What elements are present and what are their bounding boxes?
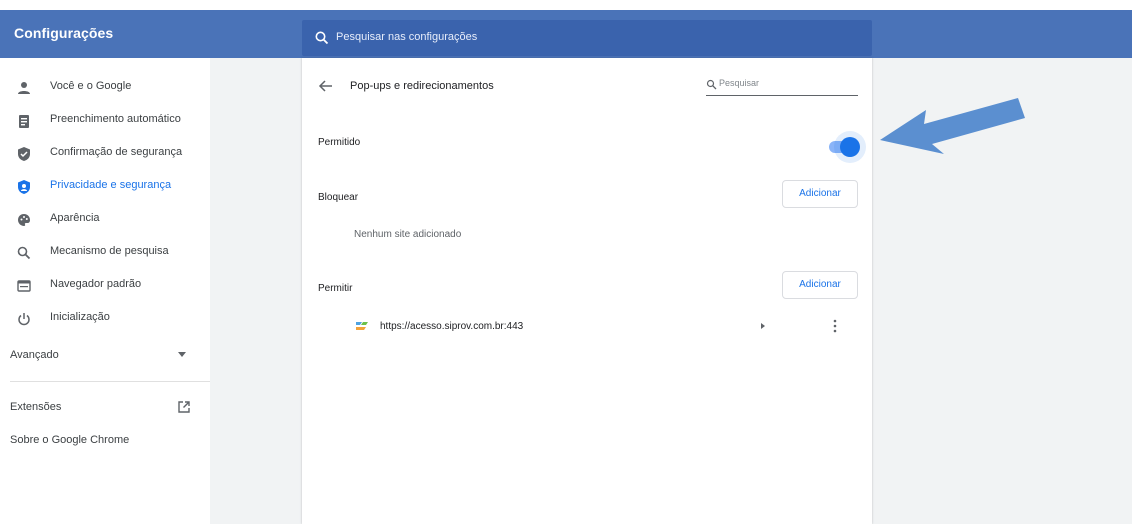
search-icon <box>17 246 31 260</box>
settings-search-bar[interactable]: Pesquisar nas configurações <box>302 20 872 56</box>
top-strip <box>0 0 1132 10</box>
sidebar-extensions[interactable]: Extensões <box>10 401 61 413</box>
sidebar-item-preenchimento[interactable]: Preenchimento automático <box>0 105 210 137</box>
block-empty-message: Nenhum site adicionado <box>354 229 462 240</box>
allowed-toggle-knob[interactable] <box>840 137 860 157</box>
allow-add-button[interactable]: Adicionar <box>782 271 858 299</box>
site-favicon-icon <box>356 322 368 330</box>
browser-window-icon <box>17 280 31 292</box>
chevron-down-icon[interactable] <box>178 352 186 357</box>
sidebar-item-label: Preenchimento automático <box>50 113 181 125</box>
sidebar-advanced[interactable]: Avançado <box>10 349 59 361</box>
sidebar-item-label: Mecanismo de pesquisa <box>50 245 169 257</box>
sidebar-item-inicializacao[interactable]: Inicialização <box>0 303 210 335</box>
allowed-site-url[interactable]: https://acesso.siprov.com.br:443 <box>380 321 523 332</box>
power-icon <box>18 313 30 326</box>
sidebar-item-navegador[interactable]: Navegador padrão <box>0 270 210 302</box>
chevron-right-icon[interactable] <box>761 323 765 329</box>
clipboard-icon <box>19 115 29 128</box>
settings-search-placeholder: Pesquisar nas configurações <box>336 31 478 43</box>
sidebar-item-mecanismo[interactable]: Mecanismo de pesquisa <box>0 237 210 269</box>
page-title: Pop-ups e redirecionamentos <box>350 80 494 92</box>
block-label: Bloquear <box>318 192 359 203</box>
sidebar-item-label: Você e o Google <box>50 80 132 92</box>
sidebar-item-label: Aparência <box>50 212 100 224</box>
sidebar-divider <box>10 381 210 382</box>
back-arrow-icon[interactable] <box>318 79 334 93</box>
shield-privacy-icon <box>18 180 30 194</box>
sidebar-item-voce-e-o-google[interactable]: Você e o Google <box>0 72 210 104</box>
app-title: Configurações <box>14 25 114 41</box>
sidebar-item-privacidade[interactable]: Privacidade e segurança <box>0 171 210 203</box>
allowed-label: Permitido <box>318 137 361 148</box>
sidebar-item-label: Confirmação de segurança <box>50 146 183 158</box>
more-vert-icon[interactable] <box>832 318 838 334</box>
person-icon <box>18 82 30 94</box>
sidebar-item-label: Navegador padrão <box>50 278 142 290</box>
palette-icon <box>18 214 30 226</box>
annotation-arrow-icon <box>880 98 1025 154</box>
block-add-button[interactable]: Adicionar <box>782 180 858 208</box>
sidebar-item-aparencia[interactable]: Aparência <box>0 204 210 236</box>
sidebar-about[interactable]: Sobre o Google Chrome <box>10 434 129 446</box>
sidebar-item-label: Privacidade e segurança <box>50 179 172 191</box>
search-icon <box>706 79 717 90</box>
shield-check-icon <box>18 147 30 161</box>
page-search-placeholder: Pesquisar <box>719 78 760 88</box>
page-search-input[interactable]: Pesquisar <box>706 76 858 96</box>
sidebar-item-label: Inicialização <box>50 311 110 323</box>
search-icon <box>315 31 329 45</box>
sidebar-item-confirmacao[interactable]: Confirmação de segurança <box>0 138 210 170</box>
allow-label: Permitir <box>318 283 353 294</box>
external-link-icon[interactable] <box>177 400 191 414</box>
